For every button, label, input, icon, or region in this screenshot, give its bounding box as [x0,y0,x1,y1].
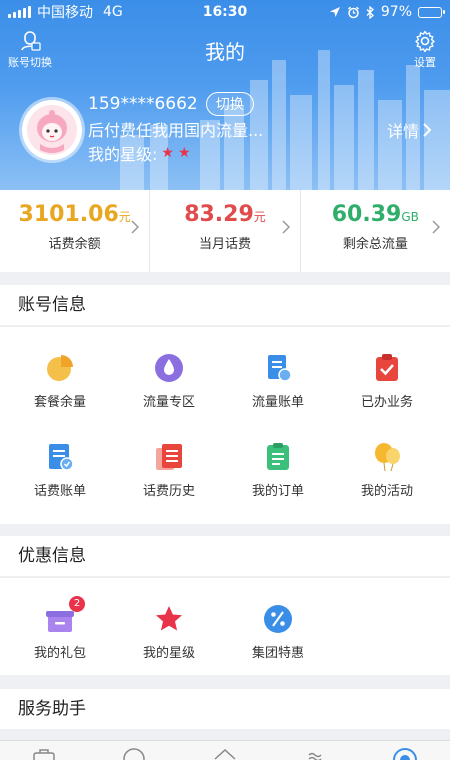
profile-tab-icon[interactable] [392,747,418,760]
gear-icon [415,30,435,52]
stat-number: 83.29 [184,202,254,227]
balloon-icon [375,443,400,472]
monthly-fee-stat[interactable]: 83.29元 当月话费 [149,190,299,272]
stat-unit: GB [401,210,419,224]
grid-item-label: 套餐余量 [33,395,86,410]
stat-value: 60.39GB [301,202,450,227]
grid-item-label: 我的订单 [251,484,304,499]
account-info-grid: 套餐余量 流量专区 流量账单 已办业务 话费账单 话费历史 我的订单 我的活动 [0,326,450,524]
account-stats: 3101.06元 话费余额 83.29元 当月话费 60.39GB 剩余总流量 [0,190,450,272]
stat-label: 话费余额 [48,237,101,252]
data-bill-icon [268,355,292,382]
grid-item-label: 我的星级 [142,646,195,661]
grid-item-label: 我的礼包 [33,646,86,661]
grid-item-label: 我的活动 [360,484,413,499]
bag-tab-icon[interactable] [32,747,56,760]
detail-link[interactable]: 详情 [387,118,432,142]
plan-name: 后付费任我用国内流量... [88,121,264,140]
battery-icon [418,6,445,18]
avatar-illustration-icon [27,105,77,155]
account-info-title: 账号信息 [0,285,450,325]
stat-value: 83.29元 [150,202,299,227]
avatar[interactable] [22,100,82,160]
star-level-row[interactable]: 我的星级: ★ ★ [88,141,191,165]
switch-number-button[interactable]: 切换 [205,92,254,116]
stat-number: 60.39 [331,202,402,227]
bill-icon [49,444,74,471]
order-icon [267,443,289,470]
handled-business-item[interactable]: 已办业务 [331,353,443,410]
chevron-right-icon [423,123,432,137]
plan-balance-item[interactable]: 套餐余量 [4,353,116,410]
bottom-tab-bar [0,740,450,760]
my-star-level-item[interactable]: 我的星级 [113,604,225,661]
grid-item-label: 流量专区 [142,395,195,410]
circle-tab-icon[interactable] [122,747,146,760]
my-orders-item[interactable]: 我的订单 [222,442,334,499]
status-bar: 中国移动 4G 16:30 97% [0,0,450,24]
notification-badge: 2 [69,596,85,612]
phone-number: 159****6662 [88,94,198,114]
promo-info-title: 优惠信息 [0,536,450,576]
balance-stat[interactable]: 3101.06元 话费余额 [0,190,149,272]
stat-unit: 元 [253,210,266,224]
grid-item-label: 已办业务 [360,395,413,410]
service-tab-icon[interactable] [303,747,327,760]
grid-item-label: 集团特惠 [251,646,304,661]
pie-chart-icon [47,355,73,381]
profile-header: 中国移动 4G 16:30 97% 账号切换 我的 设置 159****6662… [0,0,450,190]
stat-value: 3101.06元 [0,202,149,227]
home-tab-icon[interactable] [213,747,237,760]
page-title: 我的 [205,40,245,64]
stat-unit: 元 [118,210,131,224]
my-activities-item[interactable]: 我的活动 [331,442,443,499]
phone-bill-item[interactable]: 话费账单 [4,442,116,499]
my-gift-item[interactable]: 2 我的礼包 [4,596,116,661]
chevron-right-icon [131,220,140,234]
percent-icon [264,605,292,633]
remaining-data-stat[interactable]: 60.39GB 剩余总流量 [299,190,450,272]
clipboard-check-icon [376,354,398,381]
group-discount-item[interactable]: 集团特惠 [222,604,334,661]
stat-number: 3101.06 [18,202,119,227]
promo-info-grid: 2 我的礼包 我的星级 集团特惠 [0,577,450,675]
settings-button[interactable]: 设置 [414,30,436,70]
grid-item-label: 话费历史 [142,484,195,499]
detail-label: 详情 [386,122,419,141]
clock: 16:30 [202,4,248,20]
data-zone-item[interactable]: 流量专区 [113,353,225,410]
data-bill-item[interactable]: 流量账单 [222,353,334,410]
star-icon: ★ [161,145,174,161]
grid-item-label: 流量账单 [251,395,304,410]
grid-item-label: 话费账单 [33,484,86,499]
star-level-label: 我的星级: [88,145,158,164]
stat-label: 当月话费 [198,237,251,252]
data-drop-icon [155,354,183,382]
chevron-right-icon [432,220,440,234]
stat-label: 剩余总流量 [342,237,408,252]
service-assistant-title: 服务助手 [0,689,450,729]
phone-number-row: 159****6662 切换 [88,92,254,116]
fee-history-item[interactable]: 话费历史 [113,442,225,499]
settings-label: 设置 [414,56,436,69]
star-icon: ★ [177,145,191,161]
star-icon [156,606,182,631]
chevron-right-icon [282,220,290,234]
history-list-icon [156,444,182,470]
